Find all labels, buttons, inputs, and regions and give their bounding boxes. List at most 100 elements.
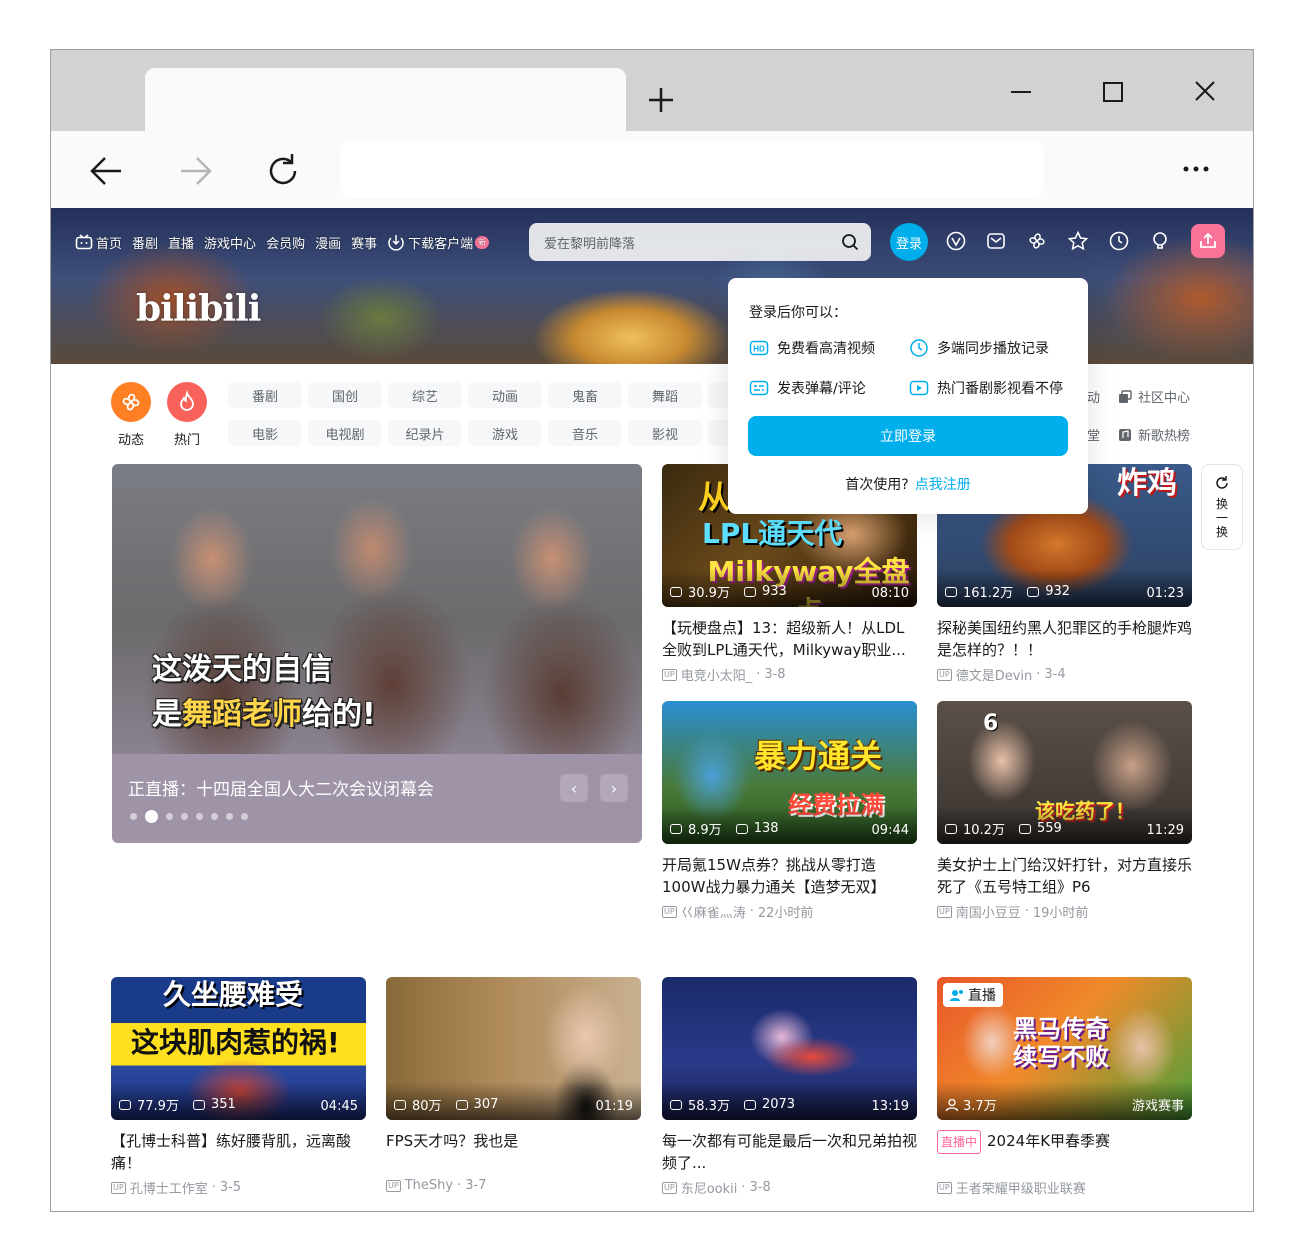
video-author: 南国小豆豆 <box>955 906 1021 921</box>
video-card[interactable]: 80万 307 01:19 FPS天才吗？我也是 UP TheShy · 3-7 <box>386 977 641 1193</box>
video-meta[interactable]: UP 东尼ookii · 3-8 <box>662 1178 917 1197</box>
nav-game-center[interactable]: 游戏中心 <box>204 233 256 252</box>
dynamic-icon[interactable] <box>1026 230 1048 252</box>
channel-hot[interactable]: 热门 <box>167 382 207 448</box>
nav-manga[interactable]: 漫画 <box>315 233 341 252</box>
video-thumbnail[interactable]: 暴力通关 经费拉满 8.9万 138 09:44 <box>662 701 917 844</box>
channel-pill[interactable]: 国创 <box>308 382 382 408</box>
video-title[interactable]: 【孔博士科普】练好腰背肌，远离酸痛！ <box>111 1130 366 1174</box>
carousel-dot[interactable] <box>181 813 188 820</box>
live-card[interactable]: 直播 黑马传奇 续写不败 3.7万 游戏赛事 直播中 2024年K甲春季赛 UP 王… <box>937 977 1192 1197</box>
danmaku-count: 933 <box>761 584 787 599</box>
nav-esports[interactable]: 赛事 <box>351 233 377 252</box>
partial-link[interactable]: 堂 <box>1087 425 1100 444</box>
carousel-dot[interactable] <box>196 813 203 820</box>
carousel-next-button[interactable]: › <box>600 774 628 802</box>
history-icon[interactable] <box>1108 230 1130 252</box>
video-thumbnail[interactable]: 久坐腰难受 这块肌肉惹的祸! 77.9万 351 04:45 <box>111 977 366 1120</box>
video-title[interactable]: 每一次都有可能是最后一次和兄弟拍视频了... <box>662 1130 917 1174</box>
channel-dynamic[interactable]: 动态 <box>111 382 151 448</box>
maximize-button[interactable] <box>1093 76 1133 116</box>
channel-pill[interactable]: 综艺 <box>388 382 462 408</box>
video-thumbnail[interactable]: 80万 307 01:19 <box>386 977 641 1120</box>
video-title[interactable]: FPS天才吗？我也是 <box>386 1130 641 1174</box>
video-date: 3-4 <box>1044 667 1066 682</box>
favorite-icon[interactable] <box>1067 230 1089 252</box>
channel-pill[interactable]: 纪录片 <box>388 420 462 446</box>
carousel-dot[interactable] <box>166 813 173 820</box>
channel-pill[interactable]: 鬼畜 <box>548 382 622 408</box>
register-link[interactable]: 点我注册 <box>915 477 971 493</box>
message-icon[interactable] <box>985 230 1007 252</box>
video-thumbnail[interactable]: 6 该吃药了！ 10.2万559 11:29 <box>937 701 1192 844</box>
close-button[interactable] <box>1185 76 1225 116</box>
video-meta[interactable]: UP TheShy · 3-7 <box>386 1178 641 1193</box>
danmaku-icon <box>1027 586 1040 597</box>
video-title[interactable]: 开局氪15W点券？挑战从零打造100W战力暴力通关【造梦无双】#03 <box>662 854 917 898</box>
search-icon[interactable] <box>841 233 859 251</box>
new-tab-button[interactable] <box>641 80 681 120</box>
address-bar[interactable] <box>340 140 1044 198</box>
nav-home[interactable]: 首页 <box>75 233 122 252</box>
channel-pill[interactable]: 舞蹈 <box>628 382 702 408</box>
channel-pill[interactable]: 音乐 <box>548 420 622 446</box>
video-title[interactable]: 【玩梗盘点】13：超级新人！从LDL全败到LPL通天代，Milkyway职业..… <box>662 617 917 661</box>
carousel-image[interactable]: 这泼天的自信 是舞蹈老师给的! <box>112 464 642 754</box>
carousel-dot[interactable] <box>130 813 137 820</box>
new-songs-link[interactable]: 新歌热榜 <box>1118 425 1190 444</box>
upload-button[interactable] <box>1191 224 1225 258</box>
thumb-text: LPL通天代 <box>702 517 843 550</box>
carousel-dot[interactable] <box>241 813 248 820</box>
video-card[interactable]: 58.3万 2073 13:19 每一次都有可能是最后一次和兄弟拍视频了... U… <box>662 977 917 1197</box>
minimize-button[interactable] <box>1001 76 1041 116</box>
danmaku-count: 351 <box>210 1097 236 1112</box>
video-card[interactable]: 久坐腰难受 这块肌肉惹的祸! 77.9万 351 04:45 【孔博士科普】练好腰… <box>111 977 366 1197</box>
forward-button[interactable] <box>173 149 217 193</box>
danmaku-count: 932 <box>1045 584 1071 599</box>
nav-anime[interactable]: 番剧 <box>132 233 158 252</box>
channel-pill[interactable]: 电影 <box>228 420 302 446</box>
channel-pill[interactable]: 番剧 <box>228 382 302 408</box>
nav-download-client[interactable]: 下载客户端 新 <box>387 233 490 252</box>
video-meta[interactable]: UP 巜麻雀灬涛 · 22小时前 <box>662 902 917 921</box>
refresh-button[interactable]: 换 一 换 <box>1201 464 1243 550</box>
video-meta[interactable]: UP 孔博士工作室 · 3-5 <box>111 1178 366 1197</box>
channel-pill[interactable]: 影视 <box>628 420 702 446</box>
browser-menu-button[interactable] <box>1176 149 1216 189</box>
nav-live[interactable]: 直播 <box>168 233 194 252</box>
video-card[interactable]: 6 该吃药了！ 10.2万559 11:29 美女护士上门给汉奸打针，对方直接乐… <box>937 701 1192 921</box>
video-card[interactable]: 暴力通关 经费拉满 8.9万 138 09:44 开局氪15W点券？挑战从零打造1… <box>662 701 917 921</box>
video-meta[interactable]: UP 德文是Devin · 3-4 <box>937 665 1192 684</box>
carousel-title[interactable]: 正直播：十四届全国人大二次会议闭幕会 <box>128 775 434 800</box>
channel-pill[interactable]: 游戏 <box>468 420 542 446</box>
video-thumbnail[interactable]: 58.3万 2073 13:19 <box>662 977 917 1120</box>
video-title[interactable]: 美女护士上门给汉奸打针，对方直接乐死了《五号特工组》P6 <box>937 854 1192 898</box>
video-date: 19小时前 <box>1032 906 1089 921</box>
video-meta[interactable]: UP 电竞小太阳_ · 3-8 <box>662 665 917 684</box>
login-now-button[interactable]: 立即登录 <box>748 416 1068 456</box>
reload-button[interactable] <box>261 149 305 193</box>
carousel-dot[interactable] <box>211 813 218 820</box>
community-center-link[interactable]: 社区中心 <box>1118 387 1190 406</box>
channel-pill[interactable]: 动画 <box>468 382 542 408</box>
carousel-dot[interactable] <box>226 813 233 820</box>
search-box[interactable]: 爱在黎明前降落 <box>529 223 871 261</box>
back-button[interactable] <box>85 149 129 193</box>
carousel-prev-button[interactable]: ‹ <box>560 774 588 802</box>
nav-shop[interactable]: 会员购 <box>266 233 305 252</box>
creation-icon[interactable] <box>1149 230 1171 252</box>
carousel-dot[interactable] <box>145 810 158 823</box>
live-thumbnail[interactable]: 直播 黑马传奇 续写不败 3.7万 游戏赛事 <box>937 977 1192 1120</box>
popup-title: 登录后你可以： <box>749 305 847 321</box>
hero-carousel[interactable]: 这泼天的自信 是舞蹈老师给的! 正直播：十四届全国人大二次会议闭幕会 ‹ › <box>112 464 642 843</box>
vip-icon[interactable] <box>945 230 967 252</box>
channel-pill[interactable]: 电视剧 <box>308 420 382 446</box>
active-tab[interactable] <box>145 68 626 132</box>
bilibili-logo[interactable]: bilibili <box>136 288 261 330</box>
live-meta[interactable]: UP 王者荣耀甲级职业联赛 <box>937 1178 1192 1197</box>
live-title[interactable]: 直播中 2024年K甲春季赛 <box>937 1130 1192 1174</box>
video-meta[interactable]: UP 南国小豆豆 · 19小时前 <box>937 902 1192 921</box>
login-avatar[interactable]: 登录 <box>890 223 928 261</box>
video-title[interactable]: 探秘美国纽约黑人犯罪区的手枪腿炸鸡是怎样的？！！ <box>937 617 1192 661</box>
partial-link[interactable]: 动 <box>1087 387 1100 406</box>
